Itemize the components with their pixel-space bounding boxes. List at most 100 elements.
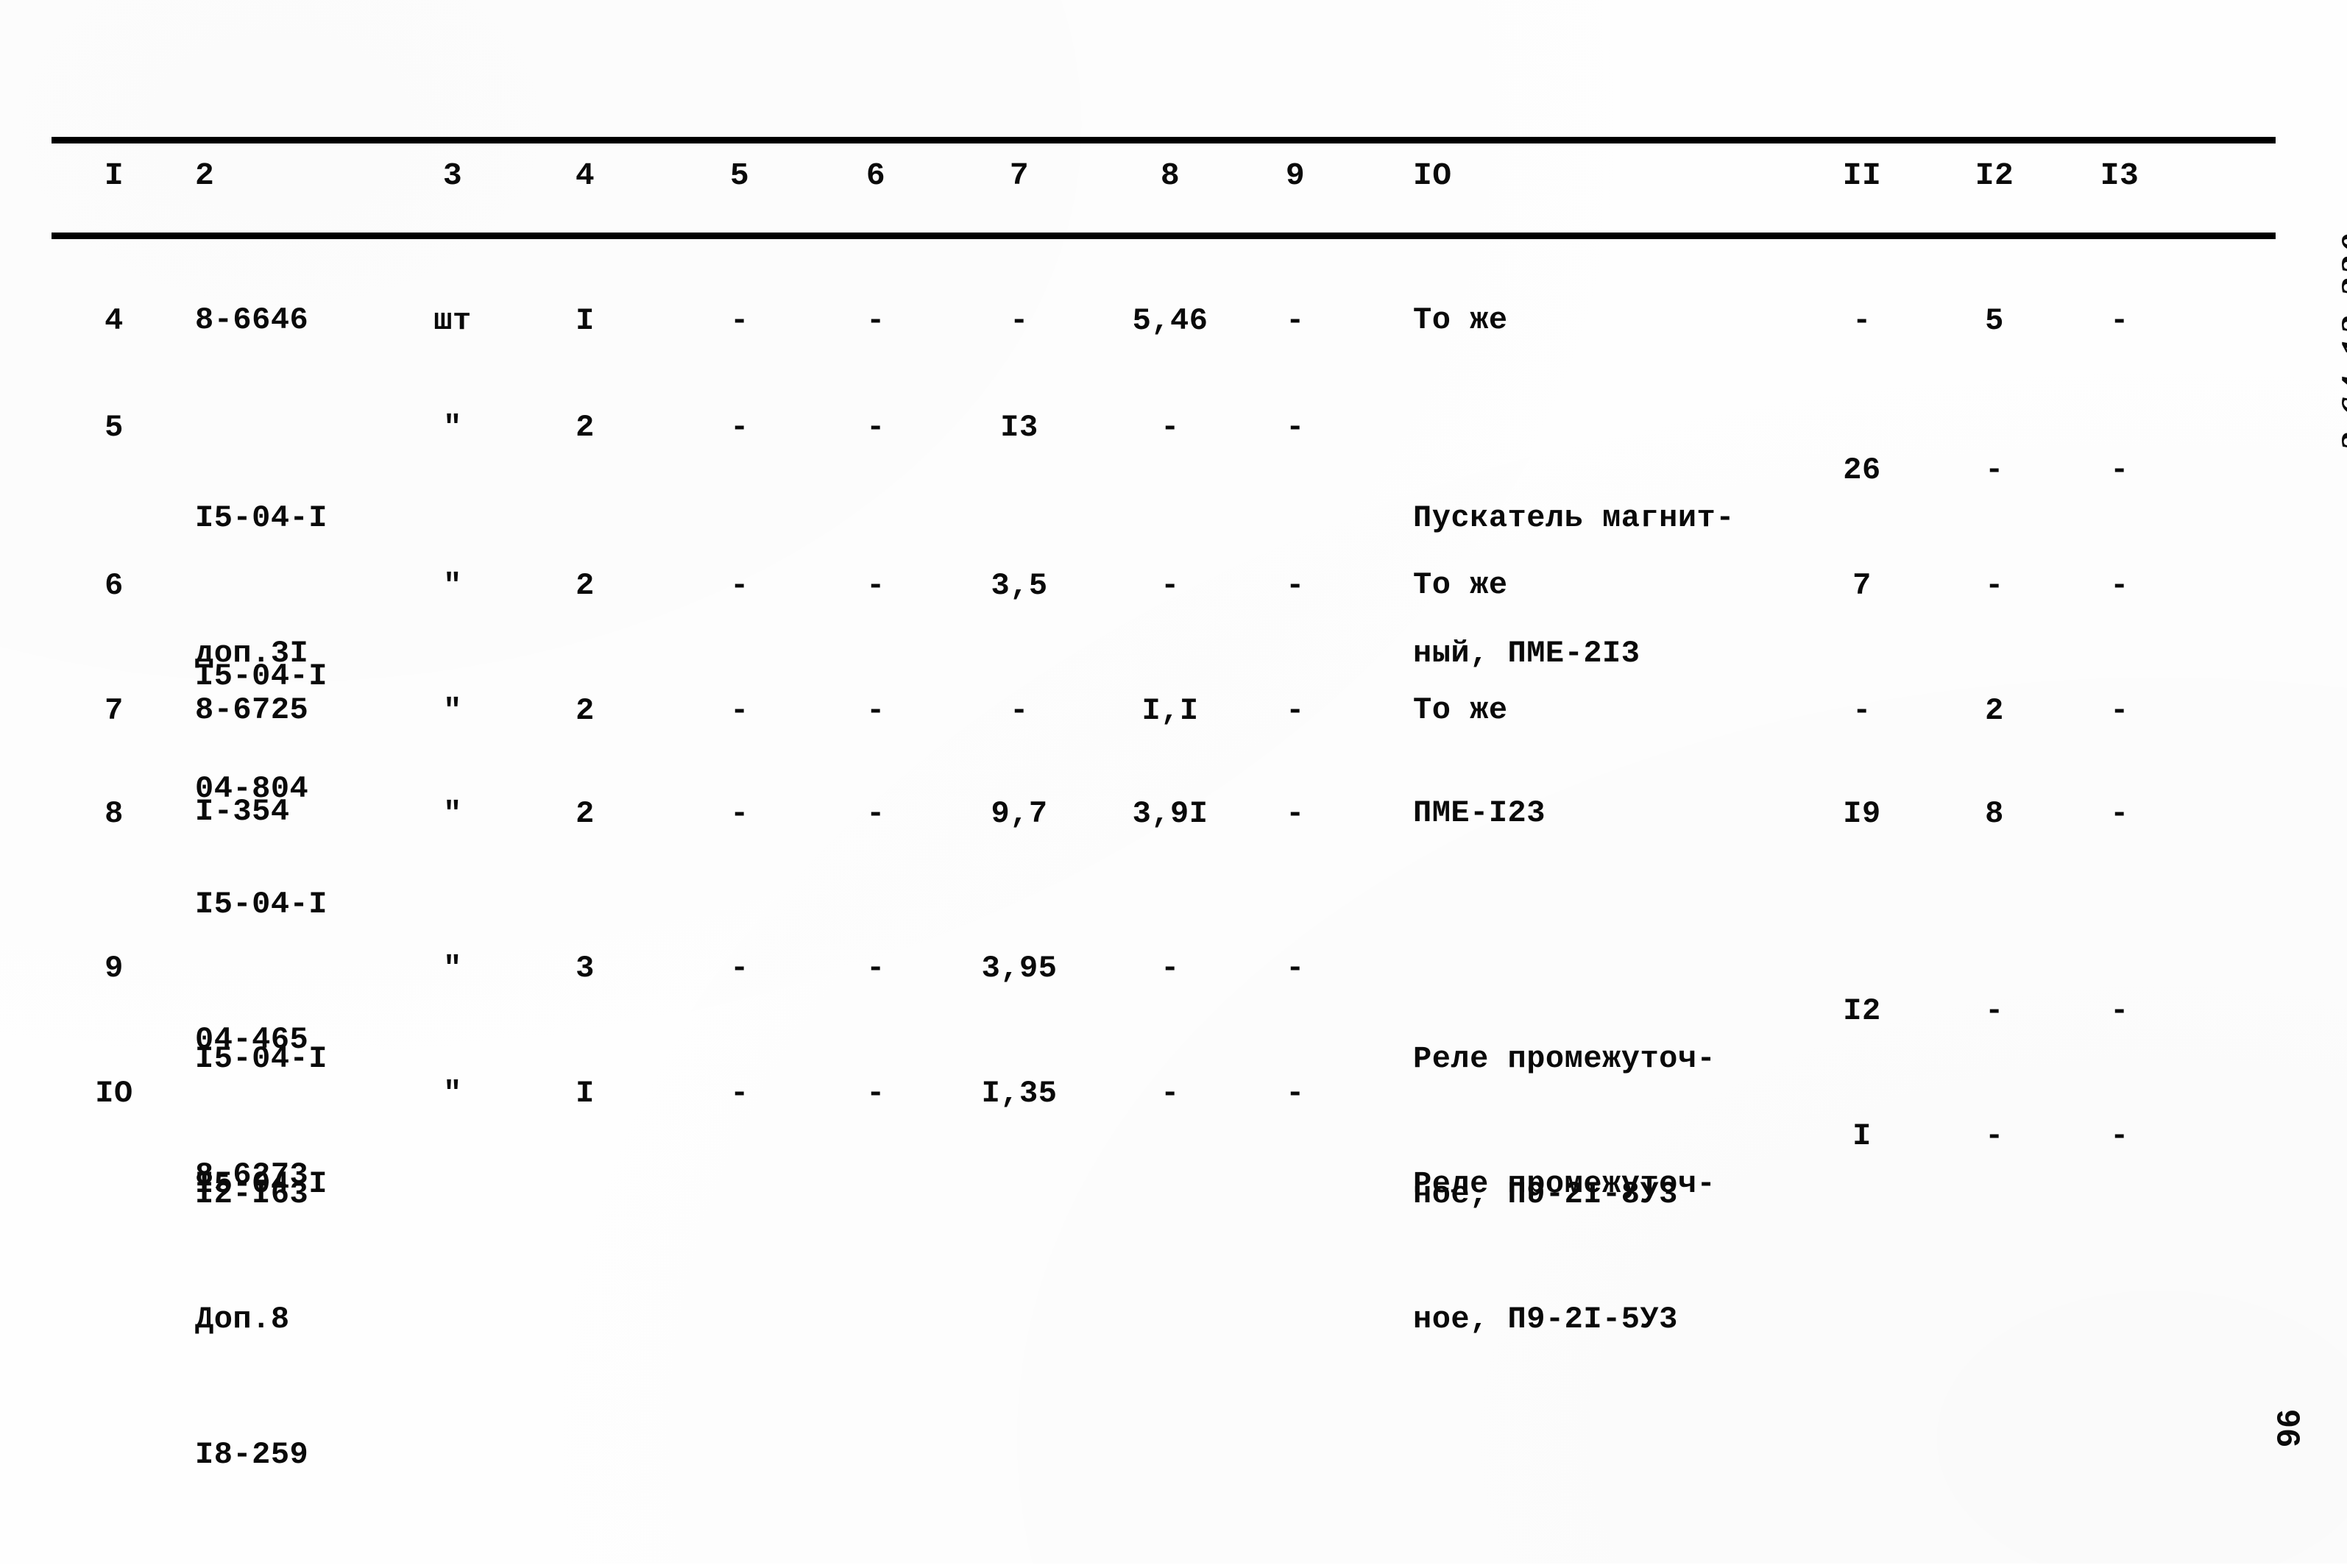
value-col-5: - (730, 1076, 749, 1111)
value-col-7: - (1010, 693, 1029, 728)
handwritten-margin-annotation: 2.64-12-220 (2334, 230, 2347, 452)
column-header-6: 6 (865, 157, 886, 194)
description-line: ное, П9-2I-5У3 (1413, 1302, 1678, 1337)
value-col-11: 26 (1843, 453, 1881, 488)
value-col-8: 3,9I (1132, 796, 1208, 831)
value-col-5: - (730, 568, 749, 603)
value-col-5: - (730, 951, 749, 986)
value-col-7: 9,7 (991, 796, 1048, 831)
value-col-12: 5 (1985, 303, 2004, 338)
value-col-8: 5,46 (1132, 303, 1208, 338)
column-header-2: 2 (195, 157, 215, 194)
description-line: Реле промежуточ- (1413, 1166, 1716, 1202)
value-col-5: - (730, 693, 749, 728)
value-col-7: I,35 (981, 1076, 1058, 1111)
value-col-6: - (866, 951, 885, 986)
value-col-13: - (2110, 993, 2129, 1029)
value-col-6: - (866, 693, 885, 728)
unit-of-measure: " (443, 568, 462, 603)
value-col-12: - (1985, 993, 2004, 1029)
row-number: IO (95, 1076, 133, 1111)
description-line: То же (1413, 302, 1508, 338)
value-col-11: I9 (1843, 796, 1881, 831)
document-page: I 2 3 4 5 6 7 8 9 IO II I2 I3 4 8-6646 ш… (0, 0, 2347, 1564)
row-number: 6 (105, 568, 124, 603)
column-header-4: 4 (575, 157, 595, 194)
value-col-7: 3,95 (981, 951, 1058, 986)
item-code-line: 8-6725 (195, 692, 309, 728)
unit-of-measure: " (443, 410, 462, 445)
unit-of-measure: " (443, 796, 462, 831)
column-header-8: 8 (1160, 157, 1180, 194)
value-col-7: - (1010, 303, 1029, 338)
value-col-12: - (1985, 1118, 2004, 1154)
item-code-line: Доп.8 (195, 1302, 290, 1337)
value-col-13: - (2110, 693, 2129, 728)
page-number: 96 (2270, 1408, 2307, 1447)
value-col-11: 7 (1852, 568, 1872, 603)
value-col-11: I (1852, 1118, 1872, 1154)
value-col-8: - (1161, 568, 1180, 603)
column-header-7: 7 (1009, 157, 1030, 194)
description: ПМЕ-I23 (1413, 791, 1825, 835)
description: Реле промежуточ- ное, П9-2I-5У3 (1413, 1071, 1825, 1433)
value-col-9: - (1286, 693, 1305, 728)
item-code: 8-6725 (195, 688, 386, 732)
value-col-12: 8 (1985, 796, 2004, 831)
table-top-rule (52, 137, 2276, 143)
description: То же (1413, 563, 1825, 607)
quantity: I (576, 303, 595, 338)
item-code-line: I5-04-I (195, 887, 328, 922)
value-col-6: - (866, 1076, 885, 1111)
value-col-9: - (1286, 568, 1305, 603)
value-col-11: - (1852, 693, 1872, 728)
item-code-line: I5-04-I (195, 500, 328, 536)
value-col-6: - (866, 796, 885, 831)
value-col-5: - (730, 303, 749, 338)
value-col-12: - (1985, 453, 2004, 488)
value-col-7: I3 (1000, 410, 1038, 445)
quantity: 2 (576, 568, 595, 603)
row-number: 4 (105, 303, 124, 338)
value-col-8: I,I (1141, 693, 1199, 728)
value-col-6: - (866, 303, 885, 338)
description: То же (1413, 298, 1825, 342)
value-col-11: I2 (1843, 993, 1881, 1029)
item-code-line: 8-6646 (195, 302, 309, 338)
column-header-12: I2 (1975, 157, 2014, 194)
value-col-13: - (2110, 568, 2129, 603)
unit-of-measure: шт (433, 303, 472, 338)
value-col-13: - (2110, 453, 2129, 488)
item-code: 8-6646 (195, 298, 386, 342)
column-header-9: 9 (1285, 157, 1306, 194)
row-number: 7 (105, 693, 124, 728)
description-line: Пускатель магнит- (1413, 500, 1735, 536)
value-col-8: - (1161, 951, 1180, 986)
value-col-5: - (730, 796, 749, 831)
description-line: ный, ПМЕ-2I3 (1413, 636, 1640, 671)
quantity: 2 (576, 796, 595, 831)
value-col-9: - (1286, 1076, 1305, 1111)
value-col-6: - (866, 410, 885, 445)
column-header-3: 3 (442, 157, 463, 194)
value-col-5: - (730, 410, 749, 445)
description: То же (1413, 688, 1825, 732)
description-line: То же (1413, 692, 1508, 728)
value-col-13: - (2110, 303, 2129, 338)
value-col-7: 3,5 (991, 568, 1048, 603)
unit-of-measure: " (443, 693, 462, 728)
value-col-9: - (1286, 410, 1305, 445)
column-header-5: 5 (729, 157, 750, 194)
row-number: 5 (105, 410, 124, 445)
value-col-8: - (1161, 410, 1180, 445)
value-col-13: - (2110, 1118, 2129, 1154)
value-col-11: - (1852, 303, 1872, 338)
unit-of-measure: " (443, 1076, 462, 1111)
column-header-13: I3 (2100, 157, 2139, 194)
value-col-9: - (1286, 951, 1305, 986)
item-code-line: I5-04-I (195, 1166, 328, 1202)
item-code-line: I8-259 (195, 1437, 309, 1472)
value-col-6: - (866, 568, 885, 603)
column-header-11: II (1842, 157, 1882, 194)
value-col-8: - (1161, 1076, 1180, 1111)
